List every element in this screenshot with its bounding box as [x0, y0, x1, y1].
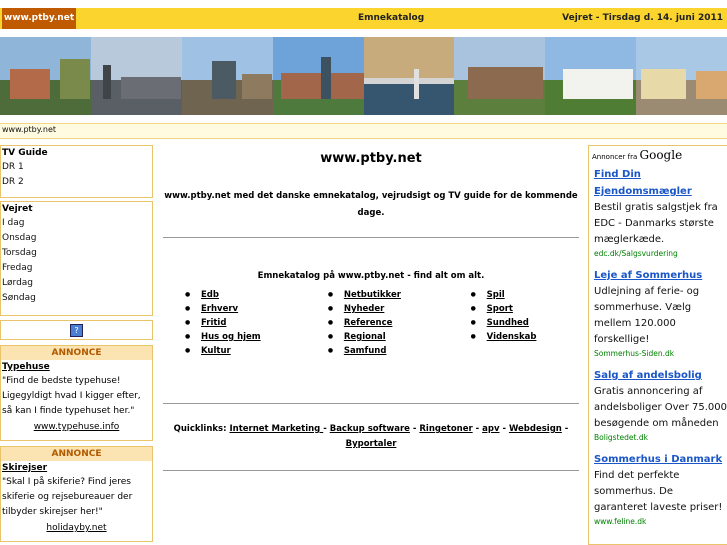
left-ad-2: ANNONCE Skirejser "Skal I på skiferie? F…: [0, 446, 153, 542]
google-ad: Leje af Sommerhus Udlejning af ferie- og…: [589, 267, 727, 359]
google-ads-box: Annoncer fra Google Find Din Ejendomsmæg…: [588, 145, 727, 545]
ad-header: ANNONCE: [1, 447, 152, 461]
catalog-title: Emnekatalog på www.ptby.net - find alt o…: [257, 271, 485, 281]
tv-item-dr2[interactable]: DR 2: [1, 175, 152, 190]
banner-photo-2: [90, 37, 182, 115]
weather-box: Vejret I dag Onsdag Torsdag Fredag Lørda…: [0, 201, 153, 316]
google-ad-title[interactable]: Sommerhus i Danmark: [594, 451, 727, 468]
quicklinks-label: Quicklinks:: [173, 424, 227, 434]
breadcrumb[interactable]: www.ptby.net: [2, 125, 56, 134]
weather-item-lordag[interactable]: Lørdag: [1, 276, 152, 291]
tv-guide-title: TV Guide: [2, 148, 48, 158]
weather-date-link[interactable]: Vejret - Tirsdag d. 14. juni 2011: [562, 8, 723, 29]
catalog-column-2: Netbutikker Nyheder Reference Regional S…: [328, 288, 471, 358]
weather-item-sondag[interactable]: Søndag: [1, 291, 152, 306]
google-ad-title[interactable]: Find Din Ejendomsmægler: [594, 166, 727, 200]
catalog-link-sport[interactable]: Sport: [471, 302, 579, 316]
weather-item-fredag[interactable]: Fredag: [1, 261, 152, 276]
intro-text: www.ptby.net med det danske emnekatalog,…: [164, 191, 578, 218]
banner-photo-7: [545, 37, 637, 115]
catalog-link-spil[interactable]: Spil: [471, 288, 579, 302]
google-logo: Google: [639, 148, 683, 162]
weather-title: Vejret: [2, 204, 33, 214]
left-ad-1: ANNONCE Typehuse "Find de bedste typehus…: [0, 345, 153, 441]
quicklink-internet-marketing[interactable]: Internet Marketing: [229, 424, 323, 434]
ads-by-label: Annoncer fra: [592, 153, 638, 161]
ad-url-link[interactable]: www.typehuse.info: [1, 419, 152, 436]
google-ad-title[interactable]: Salg af andelsbolig: [594, 367, 727, 384]
quicklink-webdesign[interactable]: Webdesign: [509, 424, 562, 434]
banner-photo-6: [454, 37, 546, 115]
tv-guide-box: TV Guide DR 1 DR 2: [0, 145, 153, 198]
catalog-link-sundhed[interactable]: Sundhed: [471, 316, 579, 330]
quicklink-backup-software[interactable]: Backup software: [330, 424, 410, 434]
photo-banner: [0, 37, 727, 115]
help-icon[interactable]: ?: [70, 324, 83, 337]
ad-header: ANNONCE: [1, 346, 152, 360]
banner-photo-8: [636, 37, 727, 115]
catalog-column-1: Edb Erhverv Fritid Hus og hjem Kultur: [185, 288, 328, 358]
catalog-link-videnskab[interactable]: Videnskab: [471, 330, 579, 344]
main-content: www.ptby.net www.ptby.net med det danske…: [163, 144, 579, 471]
google-ad-text: Bestil gratis salgstjek fra EDC - Danmar…: [594, 202, 718, 245]
catalog-column-3: Spil Sport Sundhed Videnskab: [471, 288, 579, 358]
quicklink-ringetoner[interactable]: Ringetoner: [419, 424, 472, 434]
google-ad-text: Udlejning af ferie- og sommerhuse. Vælg …: [594, 286, 700, 345]
divider: [163, 403, 579, 404]
catalog-columns: Edb Erhverv Fritid Hus og hjem Kultur Ne…: [163, 288, 579, 358]
google-ad: Find Din Ejendomsmægler Bestil gratis sa…: [589, 166, 727, 259]
catalog-link-edb[interactable]: Edb: [185, 288, 328, 302]
quicklink-byportaler[interactable]: Byportaler: [346, 439, 397, 449]
google-ad-text: Find det perfekte sommerhus. De garanter…: [594, 470, 723, 513]
catalog-link-fritid[interactable]: Fritid: [185, 316, 328, 330]
ad-url-link[interactable]: holidayby.net: [1, 520, 152, 537]
help-box: ?: [0, 320, 153, 340]
catalog-link-erhverv[interactable]: Erhverv: [185, 302, 328, 316]
quicklinks: Quicklinks: Internet Marketing - Backup …: [173, 424, 569, 449]
divider: [163, 237, 579, 238]
catalog-link-reference[interactable]: Reference: [328, 316, 471, 330]
catalog-link-netbutikker[interactable]: Netbutikker: [328, 288, 471, 302]
page-title: www.ptby.net: [320, 151, 422, 166]
google-ad-url[interactable]: www.feline.dk: [594, 516, 727, 527]
google-ad-text: Gratis annoncering af andelsboliger Over…: [594, 386, 727, 429]
divider: [163, 470, 579, 471]
google-ad-url[interactable]: Boligstedet.dk: [594, 432, 727, 443]
catalog-link-kultur[interactable]: Kultur: [185, 344, 328, 358]
ad-text: "Skal I på skiferie? Find jeres skiferie…: [2, 477, 133, 517]
google-ad-url[interactable]: Sommerhus-Siden.dk: [594, 348, 727, 359]
google-ad-url[interactable]: edc.dk/Salgsvurdering: [594, 248, 727, 259]
banner-photo-4: [272, 37, 364, 115]
top-bar: www.ptby.net Emnekatalog Vejret - Tirsda…: [0, 8, 727, 29]
banner-photo-1: [0, 37, 91, 115]
google-ad-title[interactable]: Leje af Sommerhus: [594, 267, 727, 284]
ads-by-google[interactable]: Annoncer fra Google: [589, 146, 727, 166]
catalog-link-samfund[interactable]: Samfund: [328, 344, 471, 358]
catalog-link-hus-og-hjem[interactable]: Hus og hjem: [185, 330, 328, 344]
ad-text: "Find de bedste typehuse! Ligegyldigt hv…: [2, 376, 141, 416]
catalog-link-regional[interactable]: Regional: [328, 330, 471, 344]
tv-item-dr1[interactable]: DR 1: [1, 160, 152, 175]
weather-item-idag[interactable]: I dag: [1, 216, 152, 231]
banner-photo-3: [181, 37, 273, 115]
site-logo[interactable]: www.ptby.net: [2, 8, 76, 29]
banner-photo-5: [363, 37, 455, 115]
ad-title-link[interactable]: Skirejser: [1, 461, 152, 473]
catalog-link-nyheder[interactable]: Nyheder: [328, 302, 471, 316]
weather-item-torsdag[interactable]: Torsdag: [1, 246, 152, 261]
google-ad: Sommerhus i Danmark Find det perfekte so…: [589, 451, 727, 527]
breadcrumb-bar: www.ptby.net: [0, 123, 727, 139]
google-ad: Salg af andelsbolig Gratis annoncering a…: [589, 367, 727, 443]
nav-emnekatalog[interactable]: Emnekatalog: [358, 8, 424, 29]
ad-title-link[interactable]: Typehuse: [1, 360, 152, 372]
weather-item-onsdag[interactable]: Onsdag: [1, 231, 152, 246]
quicklink-apv[interactable]: apv: [482, 424, 499, 434]
